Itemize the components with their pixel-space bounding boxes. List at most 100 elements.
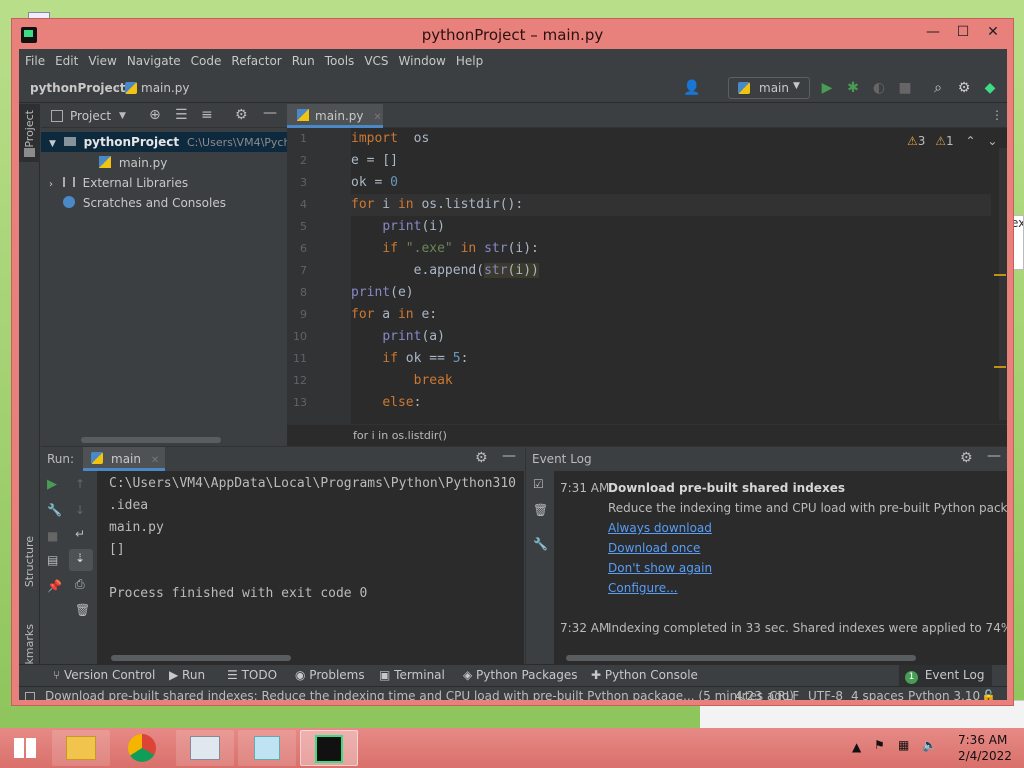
chevron-down-icon[interactable]: ⌄: [987, 134, 997, 148]
menu-file[interactable]: File: [25, 54, 45, 68]
wrench-icon[interactable]: 🔧: [533, 537, 548, 551]
debug-icon[interactable]: ✱: [845, 80, 861, 96]
maximize-button[interactable]: ☐: [950, 24, 976, 40]
clock-date[interactable]: 2/4/2022: [958, 749, 1012, 763]
menu-edit[interactable]: Edit: [55, 54, 78, 68]
tree-item-main-py[interactable]: main.py: [99, 156, 167, 170]
gear-icon[interactable]: ⚙: [475, 450, 488, 466]
stop-icon[interactable]: ■: [897, 80, 913, 96]
menu-run[interactable]: Run: [292, 54, 315, 68]
menu-code[interactable]: Code: [191, 54, 222, 68]
status-toggle-icon[interactable]: [25, 692, 35, 700]
taskbar-task-manager[interactable]: [176, 730, 234, 766]
link-always-download[interactable]: Always download: [608, 521, 712, 535]
tab-python-packages[interactable]: ◈ Python Packages: [463, 668, 577, 682]
run-icon[interactable]: ▶: [819, 80, 835, 96]
title-bar[interactable]: pythonProject – main.py — ☐ ✕: [12, 19, 1013, 49]
soft-wrap-icon[interactable]: ↵: [75, 527, 85, 541]
trash-icon[interactable]: 🗑: [533, 503, 548, 517]
minimize-button[interactable]: —: [920, 24, 946, 40]
link-dont-show-again[interactable]: Don't show again: [608, 561, 712, 575]
file-encoding[interactable]: UTF-8: [808, 689, 843, 700]
close-button[interactable]: ✕: [980, 24, 1006, 40]
tree-root[interactable]: ▼ pythonProject C:\Users\VM4\Pycharm: [49, 135, 312, 149]
wrench-icon[interactable]: 🔧: [47, 503, 62, 517]
print-icon[interactable]: ⎙: [75, 577, 85, 592]
taskbar-notepad[interactable]: [238, 730, 296, 766]
jetbrains-icon[interactable]: ◆: [982, 80, 998, 96]
taskbar-chrome[interactable]: [114, 730, 172, 766]
up-arrow-icon[interactable]: ↑: [75, 477, 85, 491]
horizontal-scrollbar[interactable]: [566, 655, 916, 661]
taskbar-pycharm[interactable]: [300, 730, 358, 766]
rerun-icon[interactable]: ▶: [47, 477, 57, 492]
trash-icon[interactable]: 🗑: [75, 603, 90, 617]
status-message[interactable]: Download pre-built shared indexes: Reduc…: [45, 689, 794, 700]
menu-vcs[interactable]: VCS: [364, 54, 388, 68]
hide-icon[interactable]: —: [263, 105, 277, 121]
tab-event-log[interactable]: 1 Event Log: [899, 665, 993, 687]
tray-network-icon[interactable]: ▦: [898, 738, 909, 752]
code-area[interactable]: import os e = [] ok = 0 for i in os.listdir…: [351, 128, 991, 424]
indent-setting[interactable]: 4 spaces: [851, 689, 904, 700]
down-arrow-icon[interactable]: ↓: [75, 503, 85, 517]
menu-view[interactable]: View: [88, 54, 116, 68]
tray-chevron-up-icon[interactable]: ▲: [852, 740, 861, 754]
menu-navigate[interactable]: Navigate: [127, 54, 181, 68]
nav-project[interactable]: pythonProject: [30, 81, 126, 95]
tray-flag-icon[interactable]: ⚑: [874, 738, 885, 752]
taskbar-file-explorer[interactable]: [52, 730, 110, 766]
tray-volume-icon[interactable]: 🔈: [922, 738, 937, 752]
layout-icon[interactable]: ▤: [47, 553, 58, 567]
link-configure[interactable]: Configure...: [608, 581, 678, 595]
hide-icon[interactable]: —: [502, 448, 516, 464]
gear-icon[interactable]: ⚙: [960, 450, 973, 466]
close-icon[interactable]: ✕: [373, 112, 381, 123]
nav-file[interactable]: main.py: [141, 81, 190, 95]
chevron-up-icon[interactable]: ⌃: [965, 134, 975, 148]
locate-icon[interactable]: ⊕: [149, 107, 161, 123]
more-icon[interactable]: ⋮: [991, 108, 1003, 122]
user-icon[interactable]: 👤: [683, 80, 700, 96]
chevron-down-icon[interactable]: ▼: [119, 111, 126, 121]
tab-run[interactable]: ▶ Run: [169, 668, 205, 682]
gear-icon[interactable]: ⚙: [956, 80, 972, 96]
horizontal-scrollbar[interactable]: [111, 655, 291, 661]
tree-item-scratches[interactable]: Scratches and Consoles: [63, 196, 226, 210]
link-download-once[interactable]: Download once: [608, 541, 700, 555]
vertical-scrollbar[interactable]: [999, 148, 1007, 420]
project-view-label[interactable]: Project: [70, 109, 111, 123]
collapse-all-icon[interactable]: ≡: [201, 107, 213, 123]
search-icon[interactable]: ⌕: [930, 80, 946, 96]
console-output[interactable]: C:\Users\VM4\AppData\Local\Programs\Pyth…: [109, 473, 516, 605]
editor-breadcrumb[interactable]: for i in os.listdir(): [287, 424, 1007, 446]
tab-python-console[interactable]: ✚ Python Console: [591, 668, 698, 682]
python-interpreter[interactable]: Python 3.10: [908, 689, 980, 700]
menu-refactor[interactable]: Refactor: [231, 54, 281, 68]
run-tab-main[interactable]: main ✕: [83, 447, 165, 471]
hide-icon[interactable]: —: [987, 448, 1001, 464]
tab-todo[interactable]: ☰ TODO: [227, 668, 277, 682]
line-separator[interactable]: CRLF: [769, 689, 799, 700]
close-icon[interactable]: ✕: [151, 455, 159, 466]
gear-icon[interactable]: ⚙: [235, 107, 248, 123]
coverage-icon[interactable]: ◐: [871, 80, 887, 96]
horizontal-scrollbar[interactable]: [81, 437, 221, 443]
branch-selector[interactable]: main ▼: [728, 77, 810, 99]
clock-time[interactable]: 7:36 AM: [958, 733, 1007, 747]
side-label-structure[interactable]: Structure: [23, 536, 36, 587]
tree-item-external-libraries[interactable]: › External Libraries: [49, 176, 188, 190]
expand-all-icon[interactable]: ☰: [175, 107, 188, 123]
pin-icon[interactable]: 📌: [47, 579, 62, 593]
editor-tab-main-py[interactable]: main.py ✕: [287, 104, 383, 128]
tab-version-control[interactable]: ⑂ Version Control: [53, 668, 155, 682]
lock-icon[interactable]: 🔓: [981, 689, 996, 700]
start-button[interactable]: [6, 730, 46, 766]
tab-problems[interactable]: ◉ Problems: [295, 668, 365, 682]
stop-icon[interactable]: ■: [47, 529, 58, 543]
menu-help[interactable]: Help: [456, 54, 483, 68]
menu-tools[interactable]: Tools: [325, 54, 355, 68]
inspection-widget[interactable]: ⚠3 ⚠1 ⌃ ⌄: [907, 134, 997, 148]
caret-position[interactable]: 4:23: [735, 689, 762, 700]
menu-window[interactable]: Window: [399, 54, 446, 68]
